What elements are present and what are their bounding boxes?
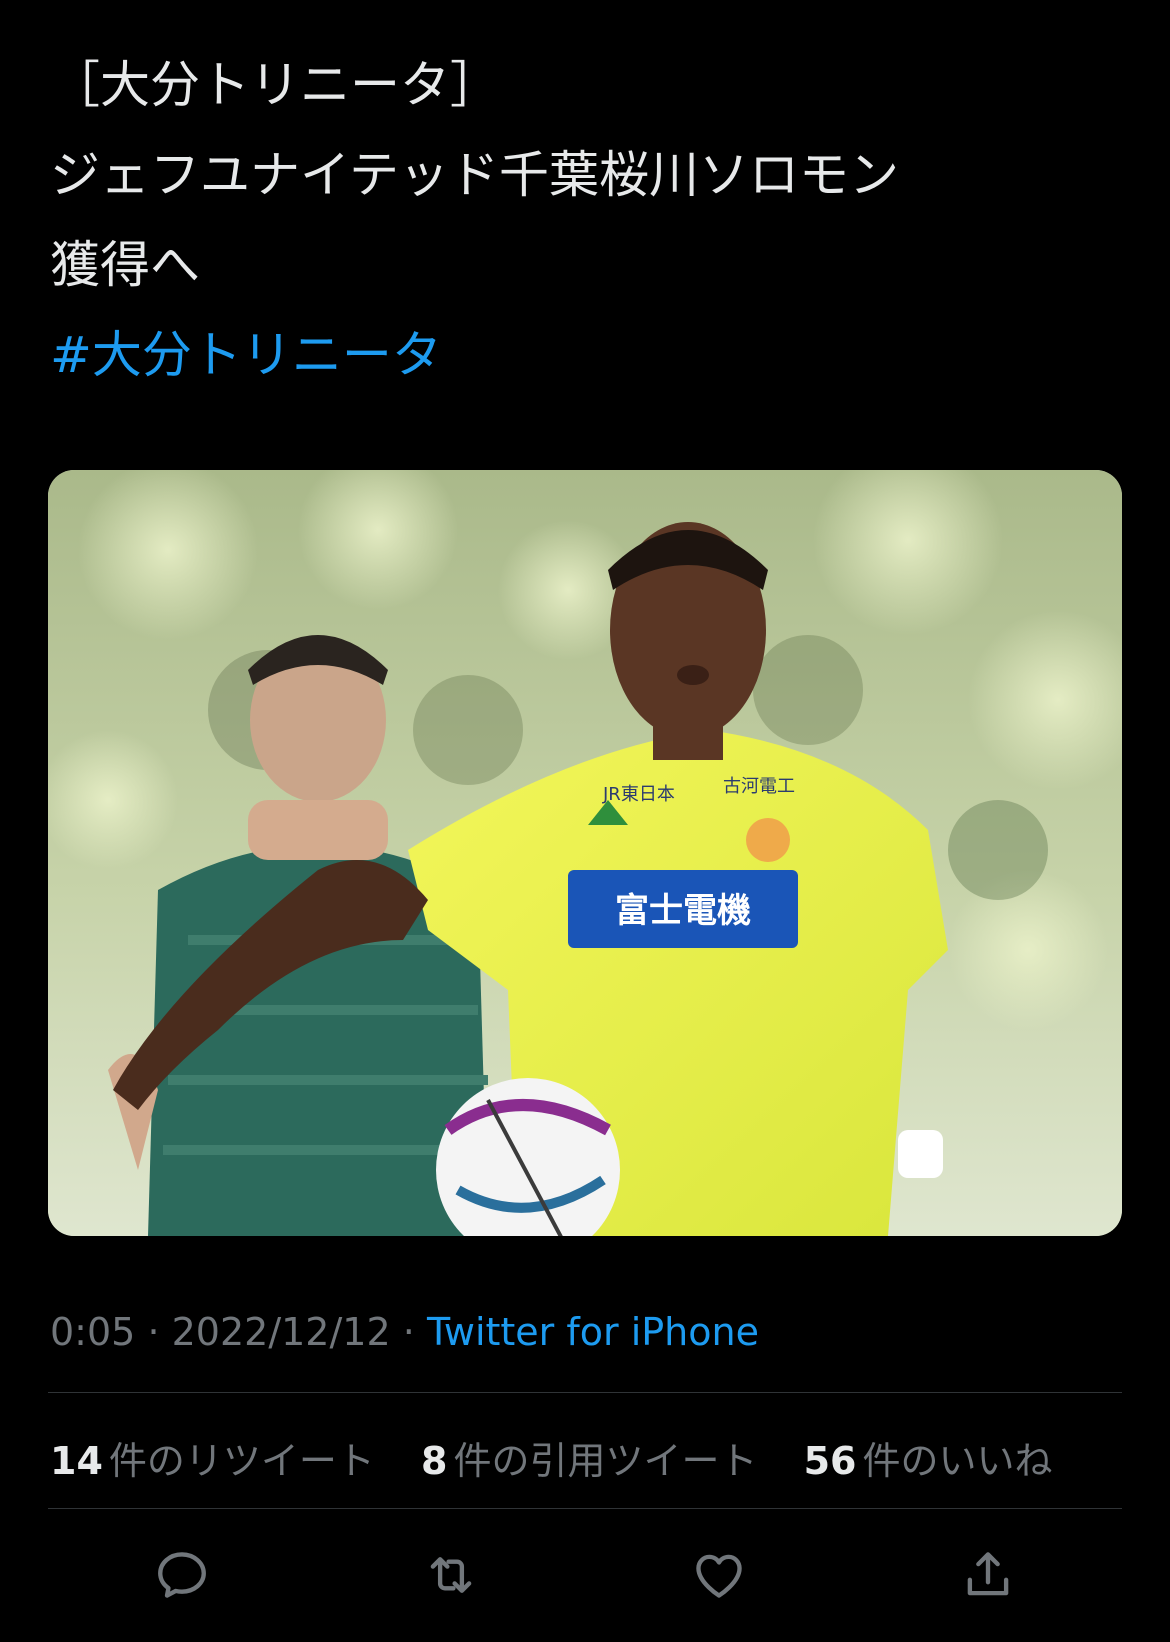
likes-label: 件のいいね xyxy=(862,1439,1053,1483)
tweet-actions xyxy=(48,1530,1122,1620)
jersey-sponsor-right: 古河電工 xyxy=(723,776,795,797)
retweets-count: 14 xyxy=(50,1439,103,1483)
quotes-label: 件の引用ツイート xyxy=(453,1439,758,1483)
retweet-button[interactable] xyxy=(416,1540,486,1610)
tweet-photo[interactable]: 富士電機 JR東日本 古河電工 xyxy=(48,470,1122,1236)
likes-count: 56 xyxy=(803,1439,857,1483)
tweet-stats: 14 件のリツイート 8 件の引用ツイート 56 件のいいね xyxy=(50,1430,1086,1485)
share-button[interactable] xyxy=(953,1540,1023,1610)
tweet-text-line: ジェフユナイテッド千葉桜川ソロモン xyxy=(50,146,899,204)
hashtag-link[interactable]: #大分トリニータ xyxy=(50,310,1130,400)
meta-separator: · xyxy=(402,1310,415,1354)
divider xyxy=(48,1508,1122,1509)
tweet-meta: 0:05 · 2022/12/12 · Twitter for iPhone xyxy=(50,1310,759,1354)
quotes-stat[interactable]: 8 件の引用ツイート xyxy=(421,1439,757,1483)
like-button[interactable] xyxy=(684,1540,754,1610)
tweet-text-line: ［大分トリニータ］ xyxy=(50,56,500,114)
soccer-photo: 富士電機 JR東日本 古河電工 xyxy=(48,470,1122,1236)
jersey-sponsor-chest: JR東日本 xyxy=(602,784,675,805)
tweet-time: 0:05 xyxy=(50,1310,136,1354)
likes-stat[interactable]: 56 件のいいね xyxy=(804,1439,1053,1483)
tweet-text: ［大分トリニータ］ ジェフユナイテッド千葉桜川ソロモン 獲得へ #大分トリニータ xyxy=(50,40,1130,400)
reply-icon xyxy=(158,1552,207,1598)
retweet-icon xyxy=(430,1557,472,1593)
share-icon xyxy=(967,1552,1009,1596)
divider xyxy=(48,1392,1122,1393)
reply-button[interactable] xyxy=(147,1540,217,1610)
tweet-date: 2022/12/12 xyxy=(171,1310,391,1354)
jersey-sponsor-main: 富士電機 xyxy=(615,891,751,931)
retweets-label: 件のリツイート xyxy=(108,1439,375,1483)
retweets-stat[interactable]: 14 件のリツイート xyxy=(50,1439,375,1483)
quotes-count: 8 xyxy=(421,1439,448,1483)
heart-icon xyxy=(696,1554,742,1598)
meta-separator: · xyxy=(147,1310,160,1354)
tweet-text-line: 獲得へ xyxy=(50,236,200,294)
tweet-source-link[interactable]: Twitter for iPhone xyxy=(427,1310,759,1354)
